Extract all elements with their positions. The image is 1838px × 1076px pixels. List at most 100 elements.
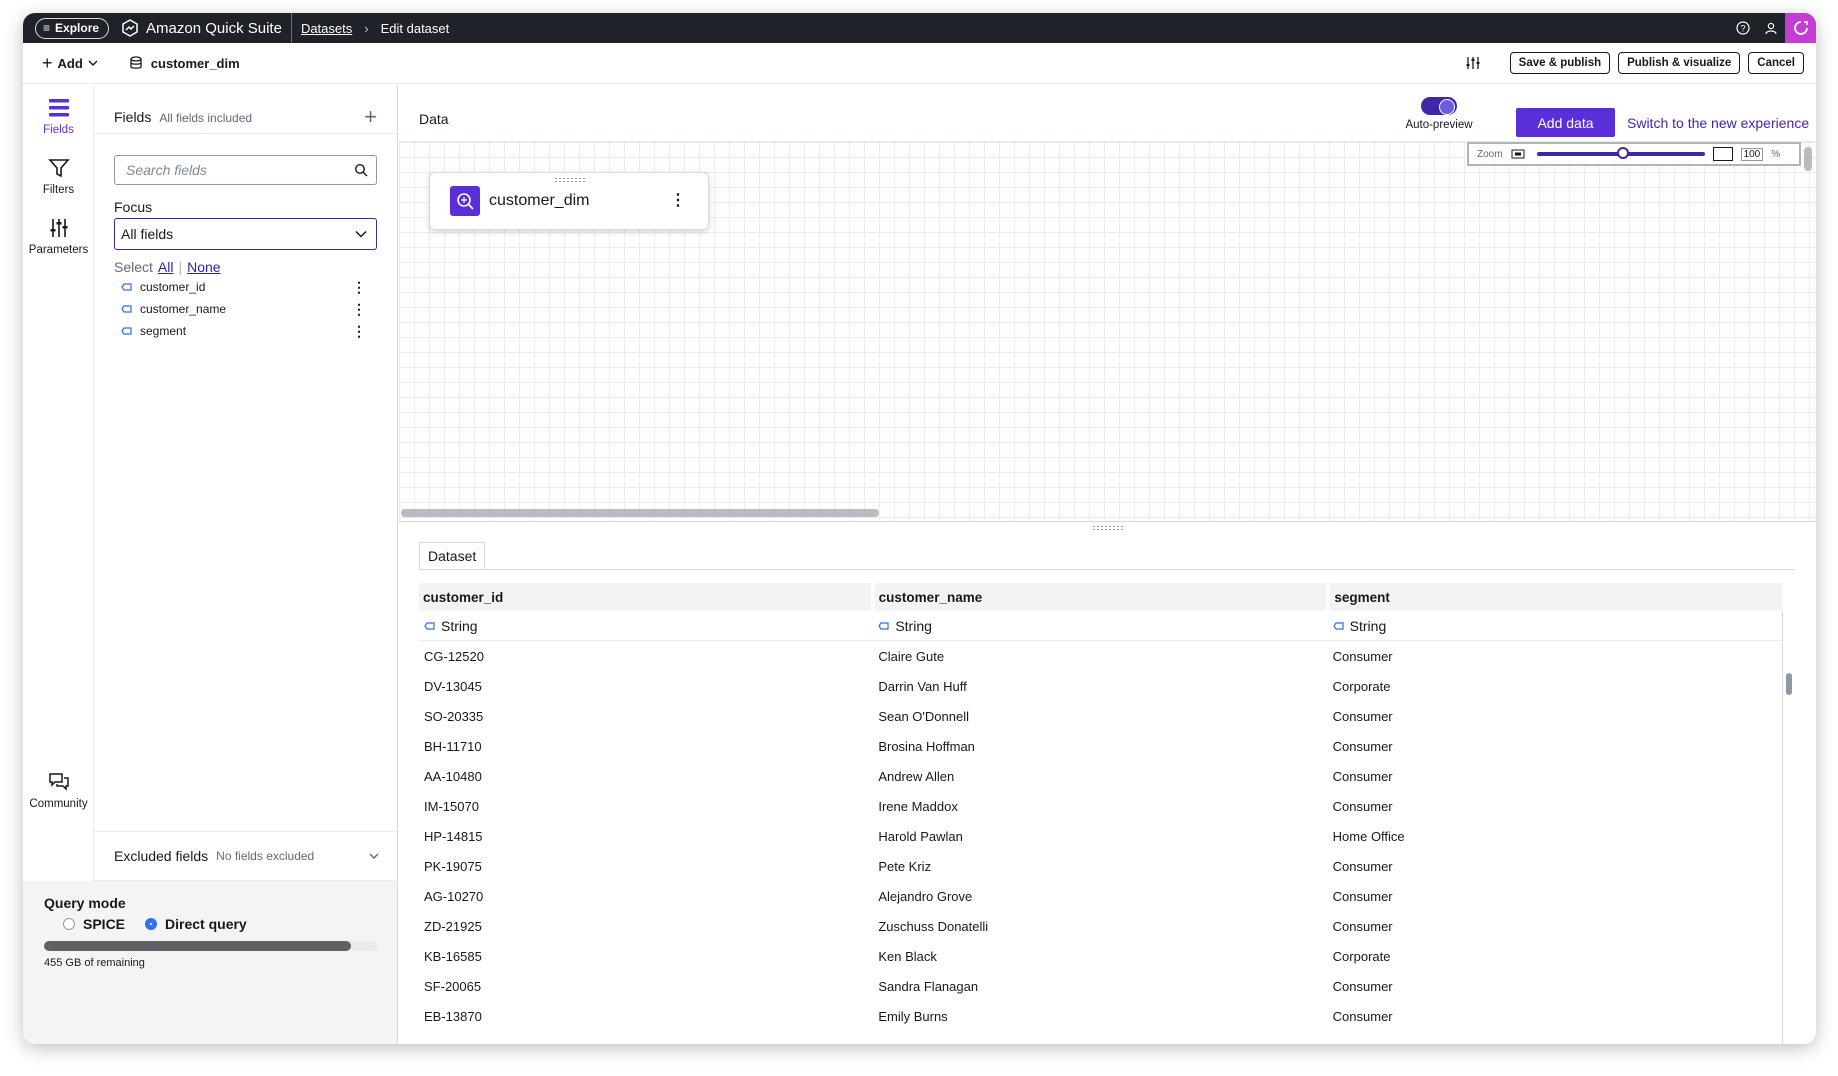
type-cell[interactable]: String — [873, 618, 1327, 634]
menu-icon: ≡ — [43, 21, 51, 35]
brand[interactable]: Amazon Quick Suite — [121, 13, 292, 43]
field-item[interactable]: customer_id ⋮ — [121, 276, 366, 298]
add-button[interactable]: + Add — [42, 53, 98, 74]
table-cell[interactable]: Consumer — [1328, 1009, 1782, 1024]
zoom-out-icon[interactable] — [1511, 149, 1525, 159]
type-cell[interactable]: String — [419, 618, 873, 634]
table-cell[interactable]: Ken Black — [873, 949, 1327, 964]
table-cell[interactable]: SO-20335 — [419, 709, 873, 724]
table-cell[interactable]: Irene Maddox — [873, 799, 1327, 814]
add-data-button[interactable]: Add data — [1516, 108, 1615, 137]
fit-to-screen-icon[interactable] — [1712, 147, 1733, 161]
data-canvas[interactable]: Zoom 100 % customer_dim ⋮ — [399, 141, 1816, 521]
grid-scrollbar-track[interactable] — [1782, 611, 1796, 1044]
table-cell[interactable]: Brosina Hoffman — [873, 739, 1327, 754]
focus-select[interactable]: All fields — [114, 218, 377, 250]
table-cell[interactable]: CG-12520 — [419, 649, 873, 664]
kebab-menu-icon[interactable]: ⋮ — [352, 301, 366, 318]
help-icon[interactable]: ? — [1729, 21, 1757, 35]
publish-visualize-button[interactable]: Publish & visualize — [1618, 52, 1741, 74]
kebab-menu-icon[interactable]: ⋮ — [352, 323, 366, 340]
dataset-node[interactable]: customer_dim ⋮ — [429, 172, 709, 230]
remaining-capacity: 455 GB of remaining — [44, 957, 145, 969]
table-cell[interactable]: Consumer — [1328, 769, 1782, 784]
table-cell[interactable]: Andrew Allen — [873, 769, 1327, 784]
table-cell[interactable]: Sandra Flanagan — [873, 979, 1327, 994]
radio-spice[interactable]: SPICE — [63, 916, 125, 932]
table-cell[interactable]: KB-16585 — [419, 949, 873, 964]
table-cell[interactable]: AG-10270 — [419, 889, 873, 904]
field-item[interactable]: customer_name ⋮ — [121, 298, 366, 320]
explore-button[interactable]: ≡ Explore — [35, 17, 110, 39]
table-cell[interactable]: IM-15070 — [419, 799, 873, 814]
quick-assistant-icon[interactable] — [1785, 13, 1816, 43]
table-cell[interactable]: Consumer — [1328, 919, 1782, 934]
table-cell[interactable]: Consumer — [1328, 649, 1782, 664]
search-fields-input[interactable]: Search fields — [114, 155, 377, 185]
table-cell[interactable]: PK-19075 — [419, 859, 873, 874]
drag-handle[interactable] — [1092, 525, 1124, 531]
settings-sliders-icon[interactable] — [1465, 55, 1481, 71]
rail-item-parameters[interactable]: Parameters — [23, 217, 94, 256]
toggle-switch[interactable] — [1421, 97, 1457, 115]
excluded-fields-section[interactable]: Excluded fields No fields excluded — [94, 831, 398, 881]
chevron-down-icon — [355, 230, 367, 238]
table-cell[interactable]: Corporate — [1328, 949, 1782, 964]
panel-splitter[interactable] — [399, 521, 1816, 535]
horizontal-scrollbar[interactable] — [401, 509, 879, 517]
zoom-slider-handle[interactable] — [1616, 147, 1629, 159]
table-cell[interactable]: ZD-21925 — [419, 919, 873, 934]
table-cell[interactable]: Zuschuss Donatelli — [873, 919, 1327, 934]
rail-item-community[interactable]: Community — [23, 771, 94, 810]
table-cell[interactable]: Sean O'Donnell — [873, 709, 1327, 724]
column-header[interactable]: customer_name — [874, 583, 1327, 611]
radio-direct-query[interactable]: Direct query — [145, 916, 247, 932]
table-cell[interactable]: Consumer — [1328, 709, 1782, 724]
radio-button[interactable] — [63, 918, 75, 930]
rail-item-fields[interactable]: Fields — [23, 97, 94, 136]
table-cell[interactable]: Consumer — [1328, 979, 1782, 994]
table-cell[interactable]: Claire Gute — [873, 649, 1327, 664]
rail-item-filters[interactable]: Filters — [23, 157, 94, 196]
switch-experience-link[interactable]: Switch to the new experience — [1627, 115, 1809, 131]
table-cell[interactable]: Corporate — [1328, 679, 1782, 694]
select-none-link[interactable]: None — [187, 259, 220, 275]
table-cell[interactable]: Alejandro Grove — [873, 889, 1327, 904]
type-cell[interactable]: String — [1328, 618, 1782, 634]
table-cell[interactable]: HP-14815 — [419, 829, 873, 844]
drag-handle[interactable] — [554, 177, 586, 182]
add-field-icon[interactable]: + — [364, 104, 377, 130]
table-cell[interactable]: Darrin Van Huff — [873, 679, 1327, 694]
table-cell[interactable]: Pete Kriz — [873, 859, 1327, 874]
column-header[interactable]: customer_id — [419, 583, 871, 611]
kebab-menu-icon[interactable]: ⋮ — [352, 279, 366, 296]
breadcrumb-datasets[interactable]: Datasets — [301, 21, 352, 36]
user-icon[interactable] — [1757, 21, 1785, 35]
table-cell[interactable]: Home Office — [1328, 829, 1782, 844]
table-cell[interactable]: Consumer — [1328, 739, 1782, 754]
save-publish-button[interactable]: Save & publish — [1509, 52, 1611, 74]
table-cell[interactable]: Harold Pawlan — [873, 829, 1327, 844]
kebab-menu-icon[interactable]: ⋮ — [670, 190, 686, 210]
auto-preview-toggle[interactable]: Auto-preview — [1399, 97, 1479, 131]
select-all-link[interactable]: All — [158, 259, 174, 275]
type-row: String String String — [419, 611, 1782, 641]
grid-scrollbar-thumb[interactable] — [1786, 673, 1792, 695]
table-cell[interactable]: SF-20065 — [419, 979, 873, 994]
cancel-button[interactable]: Cancel — [1748, 52, 1804, 74]
table-cell[interactable]: Consumer — [1328, 889, 1782, 904]
vertical-scrollbar[interactable] — [1804, 147, 1812, 171]
column-header[interactable]: segment — [1330, 583, 1783, 611]
field-item[interactable]: segment ⋮ — [121, 320, 366, 342]
zoom-value[interactable]: 100 — [1740, 147, 1764, 161]
table-cell[interactable]: Consumer — [1328, 799, 1782, 814]
table-cell[interactable]: Consumer — [1328, 859, 1782, 874]
zoom-slider[interactable] — [1536, 147, 1705, 159]
table-cell[interactable]: AA-10480 — [419, 769, 873, 784]
table-cell[interactable]: Emily Burns — [873, 1009, 1327, 1024]
tab-dataset[interactable]: Dataset — [419, 542, 486, 569]
radio-button-selected[interactable] — [145, 918, 158, 930]
table-cell[interactable]: EB-13870 — [419, 1009, 873, 1024]
table-cell[interactable]: BH-11710 — [419, 739, 873, 754]
table-cell[interactable]: DV-13045 — [419, 679, 873, 694]
